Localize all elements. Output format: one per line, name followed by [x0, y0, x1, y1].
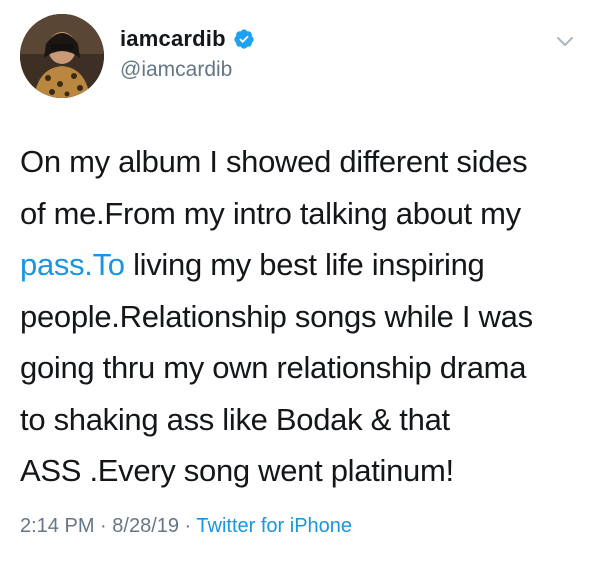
tweet-line: On my album I showed different sides [20, 144, 528, 179]
meta-separator: · [179, 515, 197, 537]
display-name[interactable]: iamcardib [120, 26, 226, 52]
tweet-line: pass.To living my best life inspiring [20, 239, 580, 291]
tweet-date[interactable]: 8/28/19 [112, 515, 179, 537]
name-row: iamcardib [120, 26, 255, 52]
tweet-text: On my album I showed different sides of … [20, 136, 580, 497]
tweet-time[interactable]: 2:14 PM [20, 515, 94, 537]
tweet-line: going thru my own relationship drama [20, 350, 527, 385]
tweet-line: ASS .Every song went platinum! [20, 453, 454, 488]
tweet-link[interactable]: pass.To [20, 247, 125, 282]
verified-badge-icon [233, 28, 255, 50]
tweet-meta: 2:14 PM · 8/28/19 · Twitter for iPhone [20, 515, 352, 538]
tweet-line: to shaking ass like Bodak & that [20, 401, 450, 437]
tweet-line-rest: living my best life inspiring [124, 247, 485, 282]
tweet-line: people.Relationship songs while I was [20, 298, 533, 334]
avatar-image [20, 14, 104, 98]
tweet-source-link[interactable]: Twitter for iPhone [196, 515, 352, 537]
meta-separator: · [94, 515, 113, 537]
chevron-down-icon[interactable] [552, 28, 578, 54]
tweet-card: iamcardib @iamcardib On my album I showe… [0, 0, 595, 564]
avatar[interactable] [20, 14, 104, 98]
user-handle[interactable]: @iamcardib [120, 58, 232, 82]
tweet-line: of me.From my intro talking about my [20, 195, 521, 231]
